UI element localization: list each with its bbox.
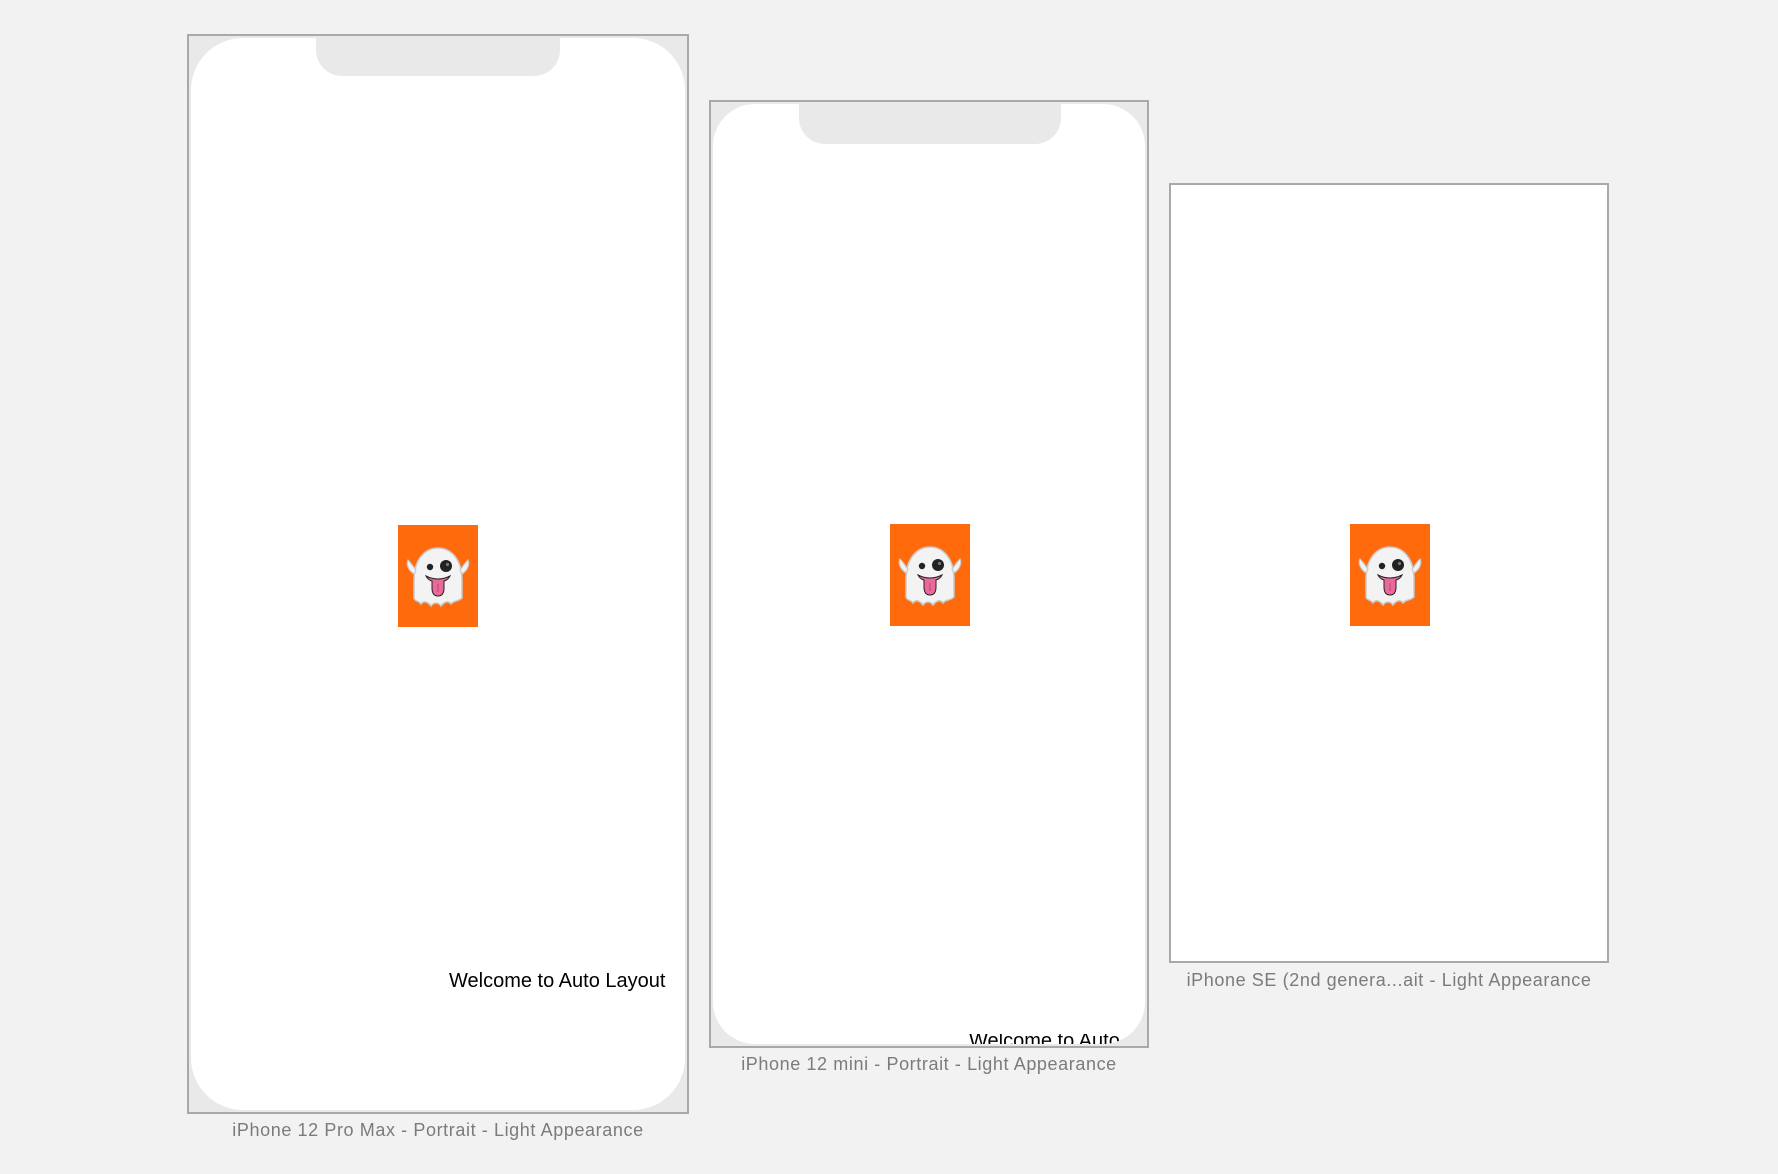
- device-frame-iphone-se[interactable]: [1169, 183, 1609, 963]
- device-screen[interactable]: [1171, 185, 1607, 961]
- ghost-image-view[interactable]: [1350, 524, 1430, 626]
- welcome-label: Welcome to Auto: [969, 1034, 1119, 1044]
- welcome-label: Welcome to Auto Layout: [449, 970, 666, 992]
- device-screen[interactable]: Welcome to Auto: [713, 104, 1145, 1044]
- device-screen[interactable]: Welcome to Auto Layout: [191, 38, 685, 1110]
- ghost-image-view[interactable]: [398, 525, 478, 627]
- device-notch: [316, 38, 560, 76]
- interface-builder-canvas: Welcome to Auto Layout iPhone 12 Pro Max…: [0, 0, 1778, 1174]
- device-frame-iphone-12-mini[interactable]: Welcome to Auto: [709, 100, 1149, 1048]
- ghost-emoji-icon: [1354, 539, 1426, 611]
- welcome-label-clip: Welcome to Auto: [969, 1034, 1119, 1044]
- device-caption: iPhone 12 mini - Portrait - Light Appear…: [741, 1054, 1117, 1074]
- device-notch: [799, 104, 1061, 144]
- ghost-image-view[interactable]: [890, 524, 970, 626]
- device-caption: iPhone 12 Pro Max - Portrait - Light App…: [232, 1120, 644, 1140]
- device-caption: iPhone SE (2nd genera...ait - Light Appe…: [1186, 970, 1592, 990]
- ghost-emoji-icon: [402, 540, 474, 612]
- ghost-emoji-icon: [894, 539, 966, 611]
- device-frame-iphone-12-pro-max[interactable]: Welcome to Auto Layout: [187, 34, 689, 1114]
